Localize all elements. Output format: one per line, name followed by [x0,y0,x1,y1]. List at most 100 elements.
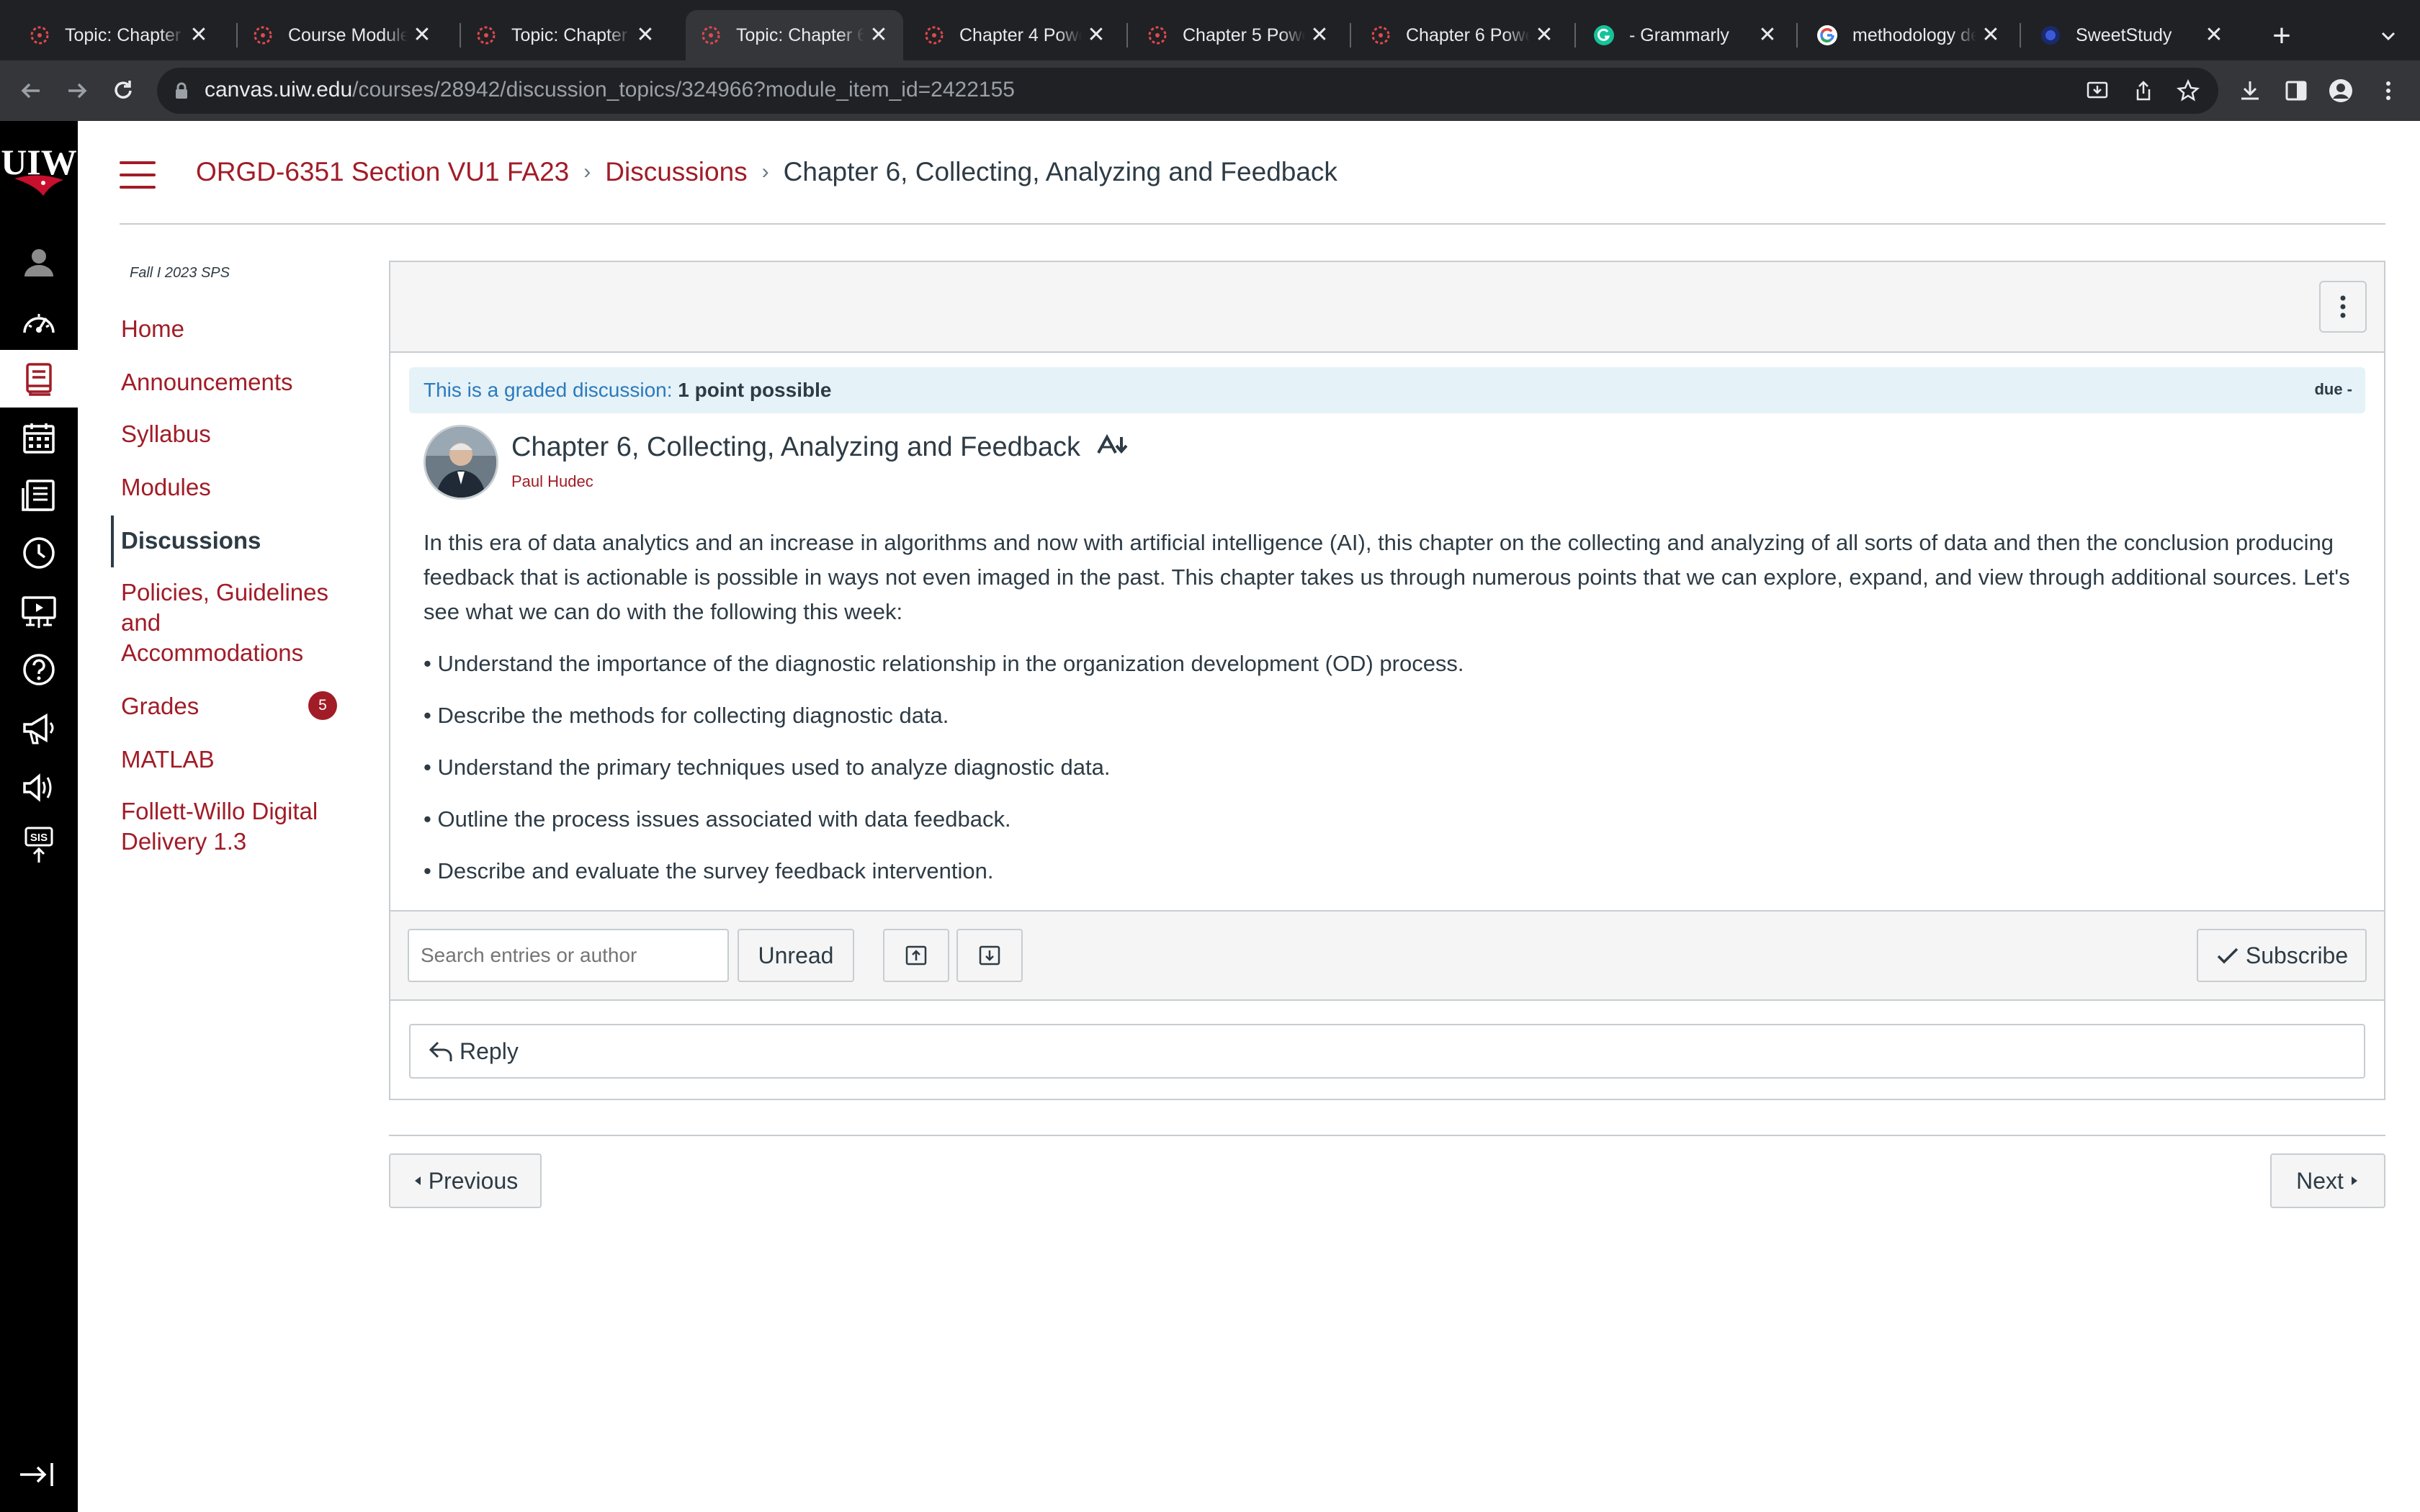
inbox-icon[interactable] [0,467,78,524]
collapse-nav-icon[interactable] [16,1453,59,1496]
browser-tab[interactable]: methodology definition ✕ [1802,10,2015,60]
due-date: due - [2314,380,2352,398]
new-tab-button[interactable]: + [2262,16,2302,56]
calendar-icon[interactable] [0,409,78,467]
browser-tab-title: SweetStudy [2076,24,2172,45]
collapse-threads-button[interactable] [956,929,1023,982]
lock-icon[interactable] [174,82,189,103]
discussion-intro: In this era of data analytics and an inc… [424,530,2350,624]
breadcrumb-discussions-link[interactable]: Discussions [605,157,747,187]
course-nav-follett[interactable]: Follett-Willo Digital Delivery 1.3 [121,796,337,857]
browser-tab-title: Chapter 6 PowerPoint [1406,24,1530,45]
account-icon[interactable] [0,233,78,291]
breadcrumb-separator: › [761,160,769,184]
speedgrader-icon[interactable] [1096,433,1129,464]
graded-label: This is a graded discussion: 1 point pos… [424,379,831,402]
share-icon[interactable] [2130,78,2156,104]
install-app-icon[interactable] [2084,78,2110,104]
forward-icon[interactable] [60,74,94,107]
browser-tab-title: methodology definition [1852,24,1976,45]
studio-icon[interactable] [0,583,78,641]
close-tab-icon[interactable]: ✕ [1309,24,1330,46]
back-icon[interactable] [14,74,48,107]
tab-search-chevron-icon[interactable] [2374,22,2403,50]
browser-tab[interactable]: - Grammarly ✕ [1579,10,1792,60]
close-tab-icon[interactable]: ✕ [1757,24,1778,46]
more-options-icon[interactable] [2319,281,2367,333]
course-nav-syllabus[interactable]: Syllabus [121,419,344,449]
previous-button[interactable]: Previous [389,1153,542,1208]
search-input[interactable] [408,929,729,982]
browser-menu-icon[interactable] [2374,76,2403,105]
browser-tab-active[interactable]: Topic: Chapter 6 ✕ [686,10,903,60]
course-nav-announcements[interactable]: Announcements [121,367,344,397]
announcements-icon[interactable] [0,700,78,757]
browser-tab[interactable]: Chapter 4 PowerPoint ✕ [909,10,1121,60]
close-tab-icon[interactable]: ✕ [1086,24,1106,46]
history-icon[interactable] [0,524,78,582]
sweetstudy-icon [2040,24,2061,46]
close-tab-icon[interactable]: ✕ [412,24,432,46]
uiw-logo[interactable]: UIW [0,142,78,207]
browser-tab[interactable]: Course Modules ✕ [238,10,447,60]
author-link[interactable]: Paul Hudec [511,472,593,491]
list-item: • Outline the process issues associated … [424,806,1011,832]
browser-tab-title: Topic: Chapter 4 [65,24,184,45]
close-tab-icon[interactable]: ✕ [635,24,655,46]
downloads-icon[interactable] [2236,76,2264,105]
unread-button[interactable]: Unread [738,929,854,982]
help-icon[interactable] [0,641,78,698]
dashboard-icon[interactable] [0,294,78,351]
sis-label: SIS [30,832,48,844]
avatar[interactable] [424,425,498,500]
audio-icon[interactable] [0,759,78,816]
list-item: • Describe and evaluate the survey feedb… [424,858,994,883]
course-nav-discussions[interactable]: Discussions [121,526,344,556]
reload-icon[interactable] [107,74,140,107]
course-nav-modules[interactable]: Modules [121,472,344,503]
browser-tab[interactable]: Chapter 5 PowerPoint ✕ [1132,10,1344,60]
next-label: Next [2296,1167,2344,1194]
canvas-icon [475,24,497,46]
courses-icon[interactable] [0,350,78,408]
browser-tab-title: Chapter 4 PowerPoint [959,24,1082,45]
close-tab-icon[interactable]: ✕ [1981,24,2001,46]
list-item: • Understand the primary techniques used… [424,755,1111,780]
course-nav-home[interactable]: Home [121,314,344,344]
browser-tab[interactable]: Chapter 6 PowerPoint ✕ [1355,10,1569,60]
discussion-toolbar: Unread Subscribe [390,910,2384,1001]
browser-tab[interactable]: Topic: Chapter 4 ✕ [14,10,223,60]
reply-button[interactable]: Reply [409,1024,2365,1079]
subscribe-button[interactable]: Subscribe [2197,929,2367,982]
grades-count-badge: 5 [308,691,337,720]
url-text: canvas.uiw.edu/courses/28942/discussion_… [205,78,1015,102]
graded-text: This is a graded discussion: [424,379,673,401]
sis-icon[interactable]: SIS [0,816,78,874]
footer-divider [389,1135,2385,1136]
breadcrumb-course-link[interactable]: ORGD-6351 Section VU1 FA23 [196,157,569,187]
address-bar[interactable]: canvas.uiw.edu/courses/28942/discussion_… [157,68,2218,114]
close-tab-icon[interactable]: ✕ [869,24,889,46]
profile-icon[interactable] [2326,76,2355,105]
hamburger-menu-icon[interactable] [120,161,156,189]
close-tab-icon[interactable]: ✕ [1534,24,1554,46]
canvas-icon [252,24,274,46]
close-tab-icon[interactable]: ✕ [189,24,209,46]
browser-tab-title: Course Modules [288,24,408,45]
reply-label: Reply [460,1038,519,1064]
browser-tab-title: Topic: Chapter 6 [736,24,864,45]
google-icon [1816,24,1838,46]
course-nav-matlab[interactable]: MATLAB [121,744,344,775]
next-button[interactable]: Next [2270,1153,2385,1208]
browser-tab[interactable]: SweetStudy ✕ [2025,10,2238,60]
canvas-icon [29,24,50,46]
browser-toolbar: canvas.uiw.edu/courses/28942/discussion_… [0,60,2420,121]
breadcrumb-separator: › [583,160,591,184]
browser-tab[interactable]: Topic: Chapter 5 ✕ [461,10,670,60]
side-panel-icon[interactable] [2282,76,2311,105]
course-nav-policies[interactable]: Policies, Guidelines and Accommodations [121,577,337,668]
expand-threads-button[interactable] [883,929,949,982]
tab-separator [1350,23,1351,48]
bookmark-star-icon[interactable] [2175,78,2201,104]
close-tab-icon[interactable]: ✕ [2204,24,2224,46]
